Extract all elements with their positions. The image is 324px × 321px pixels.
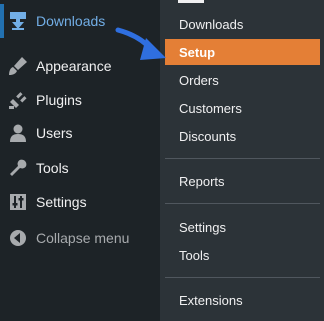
collapse-menu-label: Collapse menu: [36, 230, 130, 246]
sidebar-item-appearance[interactable]: Appearance: [0, 49, 160, 83]
wrench-icon: [8, 158, 28, 178]
submenu-item-reports[interactable]: Reports: [165, 168, 320, 194]
collapse-arrow-icon: [8, 228, 28, 248]
submenu-item-discounts[interactable]: Discounts: [165, 123, 320, 149]
submenu-item-customers[interactable]: Customers: [165, 95, 320, 121]
download-icon: [8, 11, 28, 31]
sidebar-item-downloads[interactable]: Downloads: [0, 4, 160, 38]
plug-icon: [8, 90, 28, 110]
sliders-icon: [8, 192, 28, 212]
submenu-item-label: Settings: [179, 219, 226, 235]
submenu-item-label: Tools: [179, 247, 210, 263]
active-indicator: [0, 4, 4, 38]
submenu-separator: [165, 158, 320, 159]
submenu-item-label: Setup: [179, 44, 216, 60]
submenu-item-extensions[interactable]: Extensions: [165, 287, 320, 313]
submenu-item-settings[interactable]: Settings: [165, 214, 320, 240]
downloads-submenu: Downloads Setup Orders Customers Discoun…: [160, 0, 324, 321]
submenu-top-strip: [178, 0, 204, 3]
sidebar-item-label: Tools: [36, 160, 69, 176]
sidebar-item-label: Users: [36, 125, 73, 141]
submenu-item-setup[interactable]: Setup: [165, 39, 320, 65]
user-icon: [8, 123, 28, 143]
submenu-item-downloads[interactable]: Downloads: [165, 11, 320, 37]
sidebar-item-label: Plugins: [36, 92, 82, 108]
submenu-item-label: Orders: [179, 72, 219, 88]
collapse-menu-button[interactable]: Collapse menu: [0, 221, 160, 255]
submenu-item-orders[interactable]: Orders: [165, 67, 320, 93]
sidebar-item-users[interactable]: Users: [0, 116, 160, 150]
submenu-separator: [165, 203, 320, 204]
submenu-item-label: Discounts: [179, 128, 237, 144]
sidebar-item-plugins[interactable]: Plugins: [0, 83, 160, 117]
submenu-separator: [165, 277, 320, 278]
submenu-item-label: Downloads: [179, 16, 244, 32]
sidebar-item-tools[interactable]: Tools: [0, 151, 160, 185]
brush-icon: [8, 56, 28, 76]
submenu-item-label: Reports: [179, 173, 225, 189]
submenu-item-label: Customers: [179, 100, 242, 116]
submenu-item-label: Extensions: [179, 292, 243, 308]
submenu-item-tools[interactable]: Tools: [165, 242, 320, 268]
admin-sidebar: Downloads Appearance Plugins Users Tools…: [0, 0, 160, 321]
sidebar-item-settings[interactable]: Settings: [0, 185, 160, 219]
sidebar-item-label: Settings: [36, 194, 87, 210]
sidebar-item-label: Appearance: [36, 58, 112, 74]
sidebar-item-label: Downloads: [36, 13, 106, 29]
